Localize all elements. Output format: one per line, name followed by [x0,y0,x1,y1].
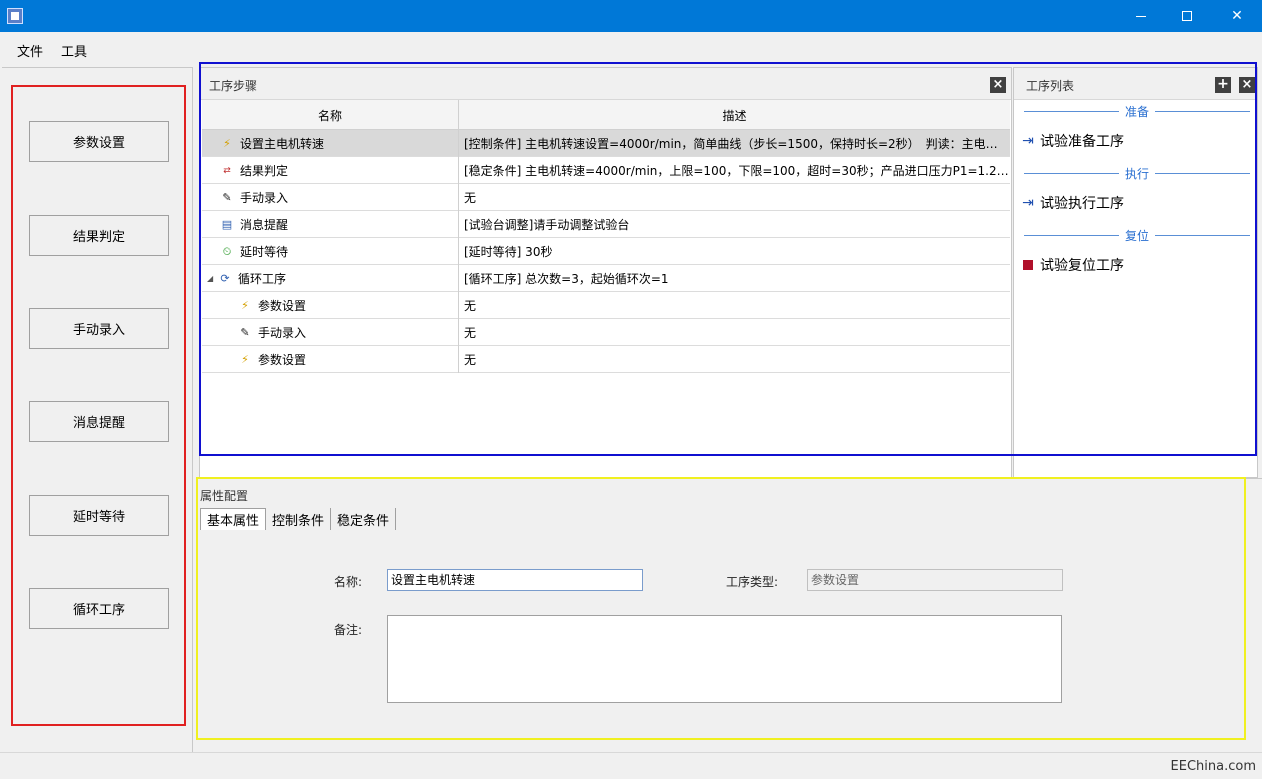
name-label: 名称: [334,575,363,589]
minimize-button[interactable] [1118,0,1164,32]
param-icon: ⚡ [241,353,249,366]
tool-button-manual-input[interactable]: 手动录入 [29,308,169,349]
tool-button-loop-process[interactable]: 循环工序 [29,588,169,629]
table-row[interactable]: ✎ 手动录入 无 [202,319,1010,346]
steps-panel-header: 工序步骤 × [200,68,1011,100]
step-name: 参数设置 [258,299,307,313]
enter-list-icon: ⇥ [1022,195,1034,211]
table-row[interactable]: ⏲ 延时等待 [延时等待] 30秒 [202,238,1010,265]
step-name: 延时等待 [240,245,289,259]
menu-tools[interactable]: 工具 [61,41,87,60]
step-name: 手动录入 [240,191,289,205]
remark-textarea[interactable] [387,615,1062,703]
loop-icon: ⟳ [220,272,230,285]
group-header-execute: 执行 [1024,166,1251,181]
property-panel-title: 属性配置 [200,489,249,503]
step-desc: 无 [464,299,477,313]
list-item-label: 试验执行工序 [1040,196,1124,212]
column-header-name[interactable]: 名称 [202,100,459,130]
group-label: 准备 [1125,104,1150,119]
group-label: 执行 [1125,166,1150,181]
step-desc: [控制条件] 主电机转速设置=4000r/min，简单曲线（步长=1500，保持… [464,137,998,151]
tab-basic[interactable]: 基本属性 [200,508,267,530]
tool-button-param-settings[interactable]: 参数设置 [29,121,169,162]
table-row[interactable]: ⚡ 参数设置 无 [202,346,1010,373]
collapse-arrow-icon[interactable]: ◢ [207,274,217,283]
tool-button-result-judge[interactable]: 结果判定 [29,215,169,256]
step-desc: 无 [464,191,477,205]
table-row[interactable]: ⚡ 参数设置 无 [202,292,1010,319]
table-row[interactable]: ◢ ⟳ 循环工序 [循环工序] 总次数=3，起始循环次=1 [202,265,1010,292]
menu-file[interactable]: 文件 [17,41,43,60]
type-field: 参数设置 [807,569,1063,591]
add-icon[interactable]: + [1215,77,1231,93]
status-bar: EEChina.com [0,752,1262,779]
close-window-button[interactable]: ✕ [1214,0,1260,32]
step-desc: 无 [464,353,477,367]
step-desc: [试验台调整]请手动调整试验台 [464,218,630,232]
app-icon [7,8,23,24]
list-panel-header: 工序列表 + × [1014,68,1257,100]
property-panel: 属性配置 基本属性 控制条件 稳定条件 名称: 设置主电机转速 工序类型: 参数… [196,478,1262,752]
steps-panel-title: 工序步骤 [209,79,258,93]
message-icon: ▤ [221,218,233,231]
tab-stable[interactable]: 稳定条件 [331,508,397,530]
close-icon[interactable]: × [990,77,1006,93]
manual-input-icon: ✎ [222,191,232,204]
close-icon[interactable]: × [1239,77,1255,93]
table-row[interactable]: ▤ 消息提醒 [试验台调整]请手动调整试验台 [202,211,1010,238]
table-row[interactable]: ✎ 手动录入 无 [202,184,1010,211]
list-item-execute[interactable]: ⇥ 试验执行工序 [1020,193,1124,213]
remark-label: 备注: [334,623,363,637]
step-name: 结果判定 [240,164,289,178]
tool-button-message-reminder[interactable]: 消息提醒 [29,401,169,442]
list-item-label: 试验复位工序 [1040,258,1124,274]
process-list-panel: 工序列表 + × 准备 ⇥ 试验准备工序 执行 ⇥ 试验执行工序 复位 试验复位工序 [1013,67,1258,478]
step-name: 设置主电机转速 [240,137,325,151]
title-bar: ✕ [0,0,1262,32]
table-row[interactable]: ⚡ 设置主电机转速 [控制条件] 主电机转速设置=4000r/min，简单曲线（步… [202,130,1010,157]
step-name: 循环工序 [238,272,287,286]
type-label: 工序类型: [726,575,779,589]
manual-input-icon: ✎ [240,326,250,339]
group-header-reset: 复位 [1024,228,1251,243]
step-desc: [稳定条件] 主电机转速=4000r/min，上限=100，下限=100，超时=… [464,164,1010,178]
group-label: 复位 [1125,228,1150,243]
param-icon: ⚡ [241,299,249,312]
property-tabs: 基本属性 控制条件 稳定条件 [200,508,397,530]
stop-square-icon [1020,257,1036,273]
steps-grid: ⚡ 设置主电机转速 [控制条件] 主电机转速设置=4000r/min，简单曲线（步… [202,130,1010,373]
menu-bar: 文件 工具 [0,32,1262,66]
list-panel-title: 工序列表 [1026,79,1075,93]
watermark-text: EEChina.com [1170,759,1256,774]
enter-list-icon: ⇥ [1022,133,1034,149]
grid-header: 名称 描述 [202,100,1010,130]
list-item-label: 试验准备工序 [1040,134,1124,150]
group-header-prepare: 准备 [1024,104,1251,119]
step-name: 参数设置 [258,353,307,367]
column-header-desc[interactable]: 描述 [459,100,1010,130]
delay-icon: ⏲ [222,244,232,258]
param-icon: ⚡ [223,137,231,150]
step-name: 消息提醒 [240,218,289,232]
tool-button-delay-wait[interactable]: 延时等待 [29,495,169,536]
step-desc: [循环工序] 总次数=3，起始循环次=1 [464,272,669,286]
step-desc: [延时等待] 30秒 [464,245,553,259]
steps-panel: 工序步骤 × 名称 描述 ⚡ 设置主电机转速 [控制条件] 主电机转速设置=400… [199,67,1012,478]
name-field[interactable]: 设置主电机转速 [387,569,643,591]
table-row[interactable]: ⇄ 结果判定 [稳定条件] 主电机转速=4000r/min，上限=100，下限=1… [202,157,1010,184]
step-name: 手动录入 [258,326,307,340]
maximize-button[interactable] [1164,0,1210,32]
list-item-reset[interactable]: 试验复位工序 [1020,255,1124,275]
judge-icon: ⇄ [223,165,231,176]
step-desc: 无 [464,326,477,340]
tab-control[interactable]: 控制条件 [266,508,332,530]
list-item-prepare[interactable]: ⇥ 试验准备工序 [1020,131,1124,151]
